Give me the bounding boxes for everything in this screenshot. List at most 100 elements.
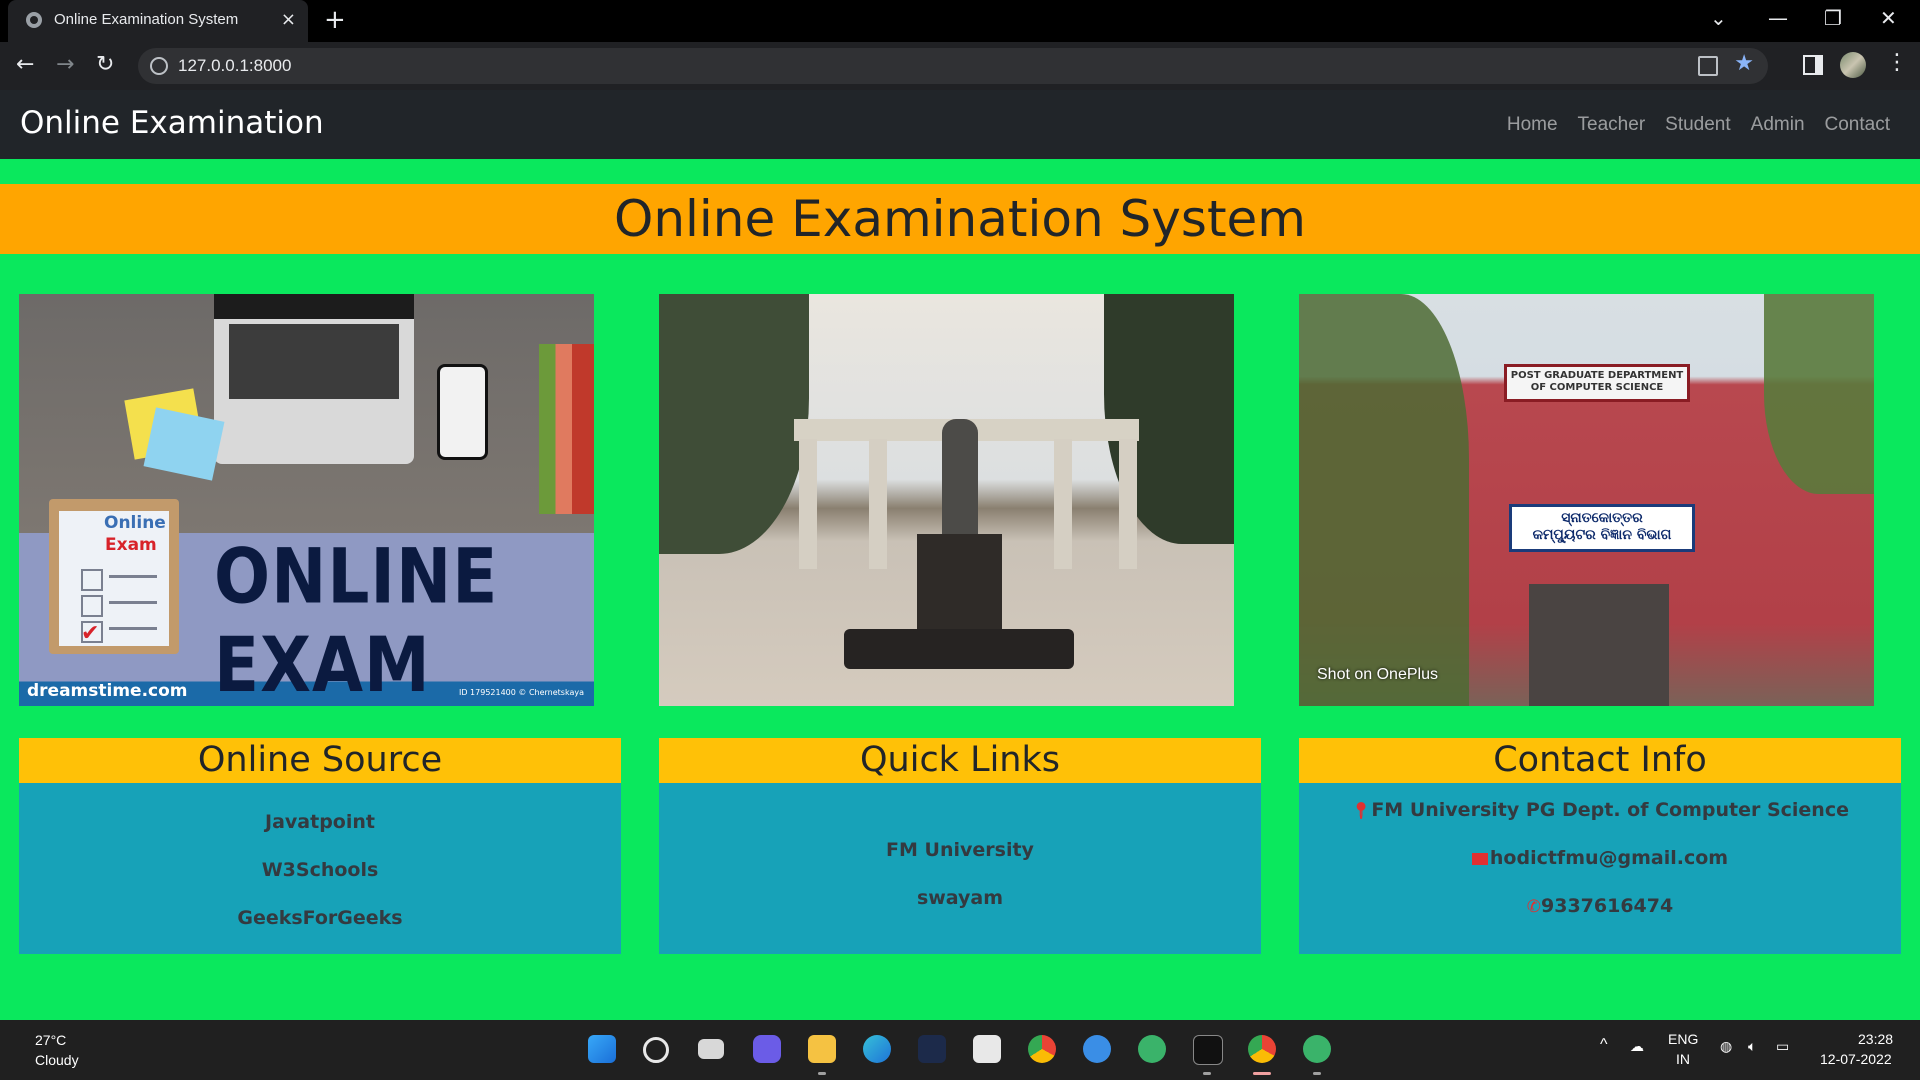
chrome-icon[interactable]	[1028, 1035, 1056, 1063]
nav-links: Home Teacher Student Admin Contact	[1507, 114, 1890, 136]
nav-link-teacher[interactable]: Teacher	[1578, 114, 1646, 136]
map-pin-icon: 📍︎	[1351, 801, 1372, 820]
language-line1[interactable]: ENG	[1668, 1031, 1698, 1047]
odia-signboard-line1: ସ୍ନାତକୋତ୍ତର	[1561, 510, 1643, 526]
card-body: Javatpoint W3Schools GeeksForGeeks	[19, 811, 621, 929]
contact-address-text: FM University PG Dept. of Computer Scien…	[1371, 799, 1849, 821]
link-javatpoint[interactable]: Javatpoint	[19, 811, 621, 833]
running-indicator	[1313, 1072, 1321, 1075]
nav-link-student[interactable]: Student	[1665, 114, 1731, 136]
gate-pillar	[869, 439, 887, 569]
weather-temperature[interactable]: 27°C	[35, 1032, 66, 1048]
checkbox-icon	[81, 569, 103, 591]
reload-icon[interactable]: ↻	[96, 52, 114, 77]
atom-app-icon[interactable]	[1138, 1035, 1166, 1063]
notepad-icon[interactable]	[973, 1035, 1001, 1063]
contact-phone-text[interactable]: 9337616474	[1541, 895, 1673, 917]
site-brand[interactable]: Online Examination	[20, 105, 324, 141]
contact-phone[interactable]: ✆9337616474	[1299, 895, 1901, 917]
language-line2[interactable]: IN	[1676, 1051, 1690, 1067]
envelope-icon	[1471, 852, 1488, 865]
building-sign: POST GRADUATE DEPARTMENT OF COMPUTER SCI…	[1504, 364, 1690, 402]
share-icon[interactable]	[1698, 56, 1718, 76]
gate-pillar	[1054, 439, 1072, 569]
new-tab-button[interactable]: +	[324, 5, 346, 35]
battery-icon[interactable]: ▭	[1776, 1038, 1789, 1055]
phone-illustration	[437, 364, 488, 460]
quick-links-card: Quick Links FM University swayam	[659, 738, 1261, 954]
back-icon[interactable]: ←	[16, 52, 34, 77]
close-window-icon[interactable]: ✕	[1880, 6, 1897, 30]
nav-link-contact[interactable]: Contact	[1825, 114, 1890, 136]
link-fm-university[interactable]: FM University	[659, 839, 1261, 861]
line-divider	[109, 627, 157, 630]
weather-description[interactable]: Cloudy	[35, 1052, 79, 1068]
card-header: Quick Links	[659, 738, 1261, 783]
card-body: 📍︎FM University PG Dept. of Computer Sci…	[1299, 799, 1901, 917]
bookmark-star-icon[interactable]: ★	[1734, 51, 1754, 76]
edge-browser-icon[interactable]	[863, 1035, 891, 1063]
odia-signboard: ସ୍ନାତକୋତ୍ତର କମ୍ପ୍ୟୁଟର ବିଜ୍ଞାନ ବିଭାଗ	[1509, 504, 1695, 552]
card-header: Online Source	[19, 738, 621, 783]
restore-icon[interactable]: ❐	[1824, 6, 1842, 30]
statue	[942, 419, 978, 539]
address-bar[interactable]: 127.0.0.1:8000 ★	[138, 48, 1768, 84]
tab-title: Online Examination System	[54, 11, 239, 28]
card-body: FM University swayam	[659, 839, 1261, 909]
url-text[interactable]: 127.0.0.1:8000	[178, 56, 291, 76]
clock-time[interactable]: 23:28	[1858, 1031, 1893, 1047]
link-w3schools[interactable]: W3Schools	[19, 859, 621, 881]
page-title: Online Examination System	[613, 190, 1307, 248]
tree	[1299, 294, 1469, 706]
clipboard-illustration: Online Exam ✔	[49, 499, 179, 654]
odia-signboard-line2: କମ୍ପ୍ୟୁଟର ବିଜ୍ଞାନ ବିଭାଗ	[1532, 527, 1672, 543]
search-icon[interactable]	[643, 1037, 669, 1063]
site-info-icon[interactable]	[150, 57, 168, 75]
menu-kebab-icon[interactable]: ⋮	[1886, 50, 1908, 75]
chrome-active-icon[interactable]	[1248, 1035, 1276, 1063]
line-divider	[109, 575, 157, 578]
card-title: Online Source	[197, 740, 443, 780]
nav-link-admin[interactable]: Admin	[1751, 114, 1805, 136]
clock-date[interactable]: 12-07-2022	[1820, 1051, 1892, 1067]
task-view-icon[interactable]	[698, 1039, 724, 1059]
clipboard-exam-text: Exam	[105, 535, 157, 555]
tab-search-icon[interactable]: ⌄	[1710, 6, 1727, 30]
tray-chevron-icon[interactable]: ^	[1600, 1036, 1608, 1054]
close-tab-icon[interactable]: ×	[281, 9, 296, 30]
onedrive-icon[interactable]: ☁	[1630, 1038, 1644, 1055]
gate-pillar	[799, 439, 817, 569]
minimize-icon[interactable]: —	[1768, 6, 1788, 30]
photo-caption: Shot on OnePlus	[1317, 666, 1438, 683]
mysql-workbench-icon[interactable]	[918, 1035, 946, 1063]
card-header: Contact Info	[1299, 738, 1901, 783]
start-menu-icon[interactable]	[588, 1035, 616, 1063]
contact-address: 📍︎FM University PG Dept. of Computer Sci…	[1299, 799, 1901, 821]
card-title: Quick Links	[859, 740, 1060, 780]
file-explorer-icon[interactable]	[808, 1035, 836, 1063]
link-swayam[interactable]: swayam	[659, 887, 1261, 909]
checkmark-icon: ✔	[81, 621, 100, 646]
forward-icon[interactable]: →	[56, 52, 74, 77]
windows-taskbar: 27°C Cloudy ^ ☁ ENG IN ◍ 🔈︎ ▭ 23:28 12-0…	[0, 1020, 1920, 1080]
laptop-illustration	[214, 294, 414, 464]
browser-tab[interactable]: Online Examination System ×	[8, 0, 308, 42]
network-icon[interactable]: ◍	[1720, 1038, 1732, 1055]
side-panel-icon[interactable]	[1803, 55, 1823, 75]
volume-icon[interactable]: 🔈︎	[1748, 1038, 1756, 1055]
terminal-icon[interactable]	[1193, 1035, 1223, 1065]
help-icon[interactable]	[1083, 1035, 1111, 1063]
university-statue-image	[659, 294, 1234, 706]
card-title: Contact Info	[1493, 740, 1707, 780]
contact-email-text[interactable]: hodictfmu@gmail.com	[1490, 847, 1728, 869]
online-exam-image: Online Exam ✔ ONLINE EXAM dreamstime.com…	[19, 294, 594, 706]
contact-email[interactable]: hodictfmu@gmail.com	[1299, 847, 1901, 869]
tree	[659, 294, 809, 554]
profile-avatar[interactable]	[1840, 52, 1866, 78]
atom-app-icon[interactable]	[1303, 1035, 1331, 1063]
site-navbar: Online Examination Home Teacher Student …	[0, 90, 1920, 159]
nav-link-home[interactable]: Home	[1507, 114, 1558, 136]
teams-chat-icon[interactable]	[753, 1035, 781, 1063]
browser-tab-strip: Online Examination System × + ⌄ — ❐ ✕	[0, 0, 1920, 42]
link-geeksforgeeks[interactable]: GeeksForGeeks	[19, 907, 621, 929]
